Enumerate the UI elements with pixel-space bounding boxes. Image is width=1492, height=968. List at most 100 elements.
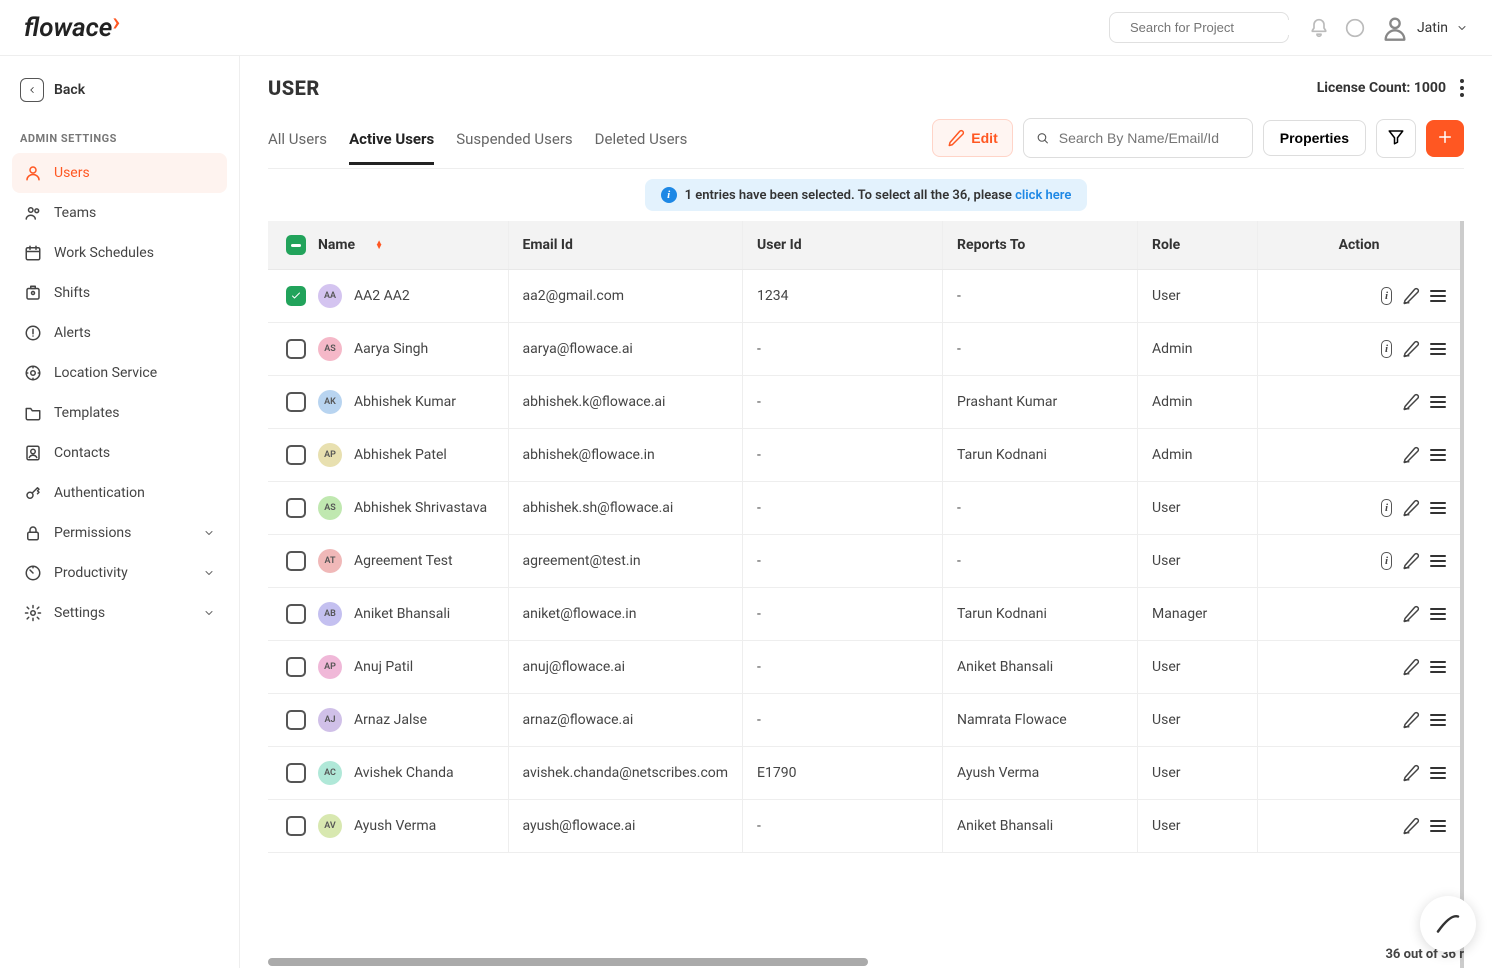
help-icon[interactable]: ? [1345,18,1365,38]
tab-active-users[interactable]: Active Users [349,122,434,165]
row-checkbox[interactable] [286,657,306,677]
row-menu-icon[interactable] [1430,820,1446,832]
sidebar-item-permissions[interactable]: Permissions [12,513,227,553]
user-name: Arnaz Jalse [354,712,427,728]
row-menu-icon[interactable] [1430,608,1446,620]
sidebar-item-alerts[interactable]: Alerts [12,313,227,353]
horizontal-scrollbar[interactable] [268,958,868,966]
row-menu-icon[interactable] [1430,502,1446,514]
info-icon[interactable]: i [1381,552,1392,570]
column-userid[interactable]: User Id [743,221,943,270]
user-role: User [1138,747,1258,800]
tab-deleted-users[interactable]: Deleted Users [595,122,688,165]
edit-row-icon[interactable] [1402,552,1420,570]
row-checkbox[interactable] [286,710,306,730]
sidebar-item-work-schedules[interactable]: Work Schedules [12,233,227,273]
user-email: abhishek@flowace.in [508,429,743,482]
column-name[interactable]: Name [318,237,355,253]
chevron-down-icon [203,607,215,619]
column-email[interactable]: Email Id [508,221,743,270]
row-checkbox[interactable] [286,445,306,465]
row-menu-icon[interactable] [1430,343,1446,355]
reports-to: - [943,535,1138,588]
user-id: - [743,800,943,853]
user-email: agreement@test.in [508,535,743,588]
row-checkbox[interactable] [286,339,306,359]
banner-text: 1 entries have been selected. To select … [685,188,1016,203]
row-checkbox[interactable] [286,551,306,571]
edit-row-icon[interactable] [1402,658,1420,676]
user-email: abhishek.sh@flowace.ai [508,482,743,535]
sidebar-item-shifts[interactable]: Shifts [12,273,227,313]
user-email: anuj@flowace.ai [508,641,743,694]
edit-row-icon[interactable] [1402,446,1420,464]
badge-icon [24,284,42,302]
column-reports[interactable]: Reports To [943,221,1138,270]
edit-row-icon[interactable] [1402,711,1420,729]
sidebar-item-teams[interactable]: Teams [12,193,227,233]
row-menu-icon[interactable] [1430,661,1446,673]
user-id: - [743,429,943,482]
row-menu-icon[interactable] [1430,555,1446,567]
column-role[interactable]: Role [1138,221,1258,270]
edit-row-icon[interactable] [1402,499,1420,517]
row-menu-icon[interactable] [1430,449,1446,461]
edit-row-icon[interactable] [1402,340,1420,358]
edit-row-icon[interactable] [1402,393,1420,411]
sidebar-item-location-service[interactable]: Location Service [12,353,227,393]
row-checkbox[interactable] [286,816,306,836]
filter-button[interactable] [1376,119,1416,158]
tab-suspended-users[interactable]: Suspended Users [456,122,572,165]
more-menu[interactable] [1460,79,1464,97]
row-menu-icon[interactable] [1430,396,1446,408]
user-menu[interactable]: Jatin [1381,14,1468,42]
row-menu-icon[interactable] [1430,290,1446,302]
reports-to: Aniket Bhansali [943,641,1138,694]
column-action: Action [1258,221,1460,270]
row-checkbox[interactable] [286,286,306,306]
row-checkbox[interactable] [286,498,306,518]
sidebar-item-templates[interactable]: Templates [12,393,227,433]
add-user-button[interactable] [1426,120,1464,157]
info-icon[interactable]: i [1381,340,1392,358]
search-project-input[interactable] [1130,20,1306,35]
user-avatar: AK [318,390,342,414]
bell-icon[interactable] [1309,18,1329,38]
user-id: - [743,641,943,694]
row-checkbox[interactable] [286,392,306,412]
sidebar-item-label: Shifts [54,285,90,301]
tab-all-users[interactable]: All Users [268,122,327,165]
row-menu-icon[interactable] [1430,714,1446,726]
sidebar-item-productivity[interactable]: Productivity [12,553,227,593]
user-name: Aniket Bhansali [354,606,450,622]
row-checkbox[interactable] [286,763,306,783]
search-users[interactable] [1023,118,1253,158]
select-all-link[interactable]: click here [1015,188,1071,203]
sidebar-item-contacts[interactable]: Contacts [12,433,227,473]
filter-icon [1387,128,1405,146]
search-users-input[interactable] [1059,130,1240,146]
info-icon[interactable]: i [1381,499,1392,517]
edit-row-icon[interactable] [1402,764,1420,782]
brand-logo[interactable]: flowace› [24,13,120,43]
edit-row-icon[interactable] [1402,605,1420,623]
sidebar-item-authentication[interactable]: Authentication [12,473,227,513]
row-checkbox[interactable] [286,604,306,624]
sidebar-item-settings[interactable]: Settings [12,593,227,633]
properties-button[interactable]: Properties [1263,120,1366,156]
user-name: Abhishek Patel [354,447,447,463]
back-button[interactable]: Back [12,72,227,108]
sidebar-item-users[interactable]: Users [12,153,227,193]
edit-button[interactable]: Edit [932,119,1012,157]
select-all-checkbox[interactable] [286,235,306,255]
info-icon[interactable]: i [1381,287,1392,305]
edit-row-icon[interactable] [1402,287,1420,305]
reports-to: Aniket Bhansali [943,800,1138,853]
search-project[interactable] [1109,12,1289,43]
sidebar-heading: ADMIN SETTINGS [12,128,227,153]
floating-help-button[interactable] [1420,896,1476,952]
sort-icon[interactable]: ▲▼ [375,241,383,249]
license-count: License Count: 1000 [1317,80,1446,96]
row-menu-icon[interactable] [1430,767,1446,779]
edit-row-icon[interactable] [1402,817,1420,835]
